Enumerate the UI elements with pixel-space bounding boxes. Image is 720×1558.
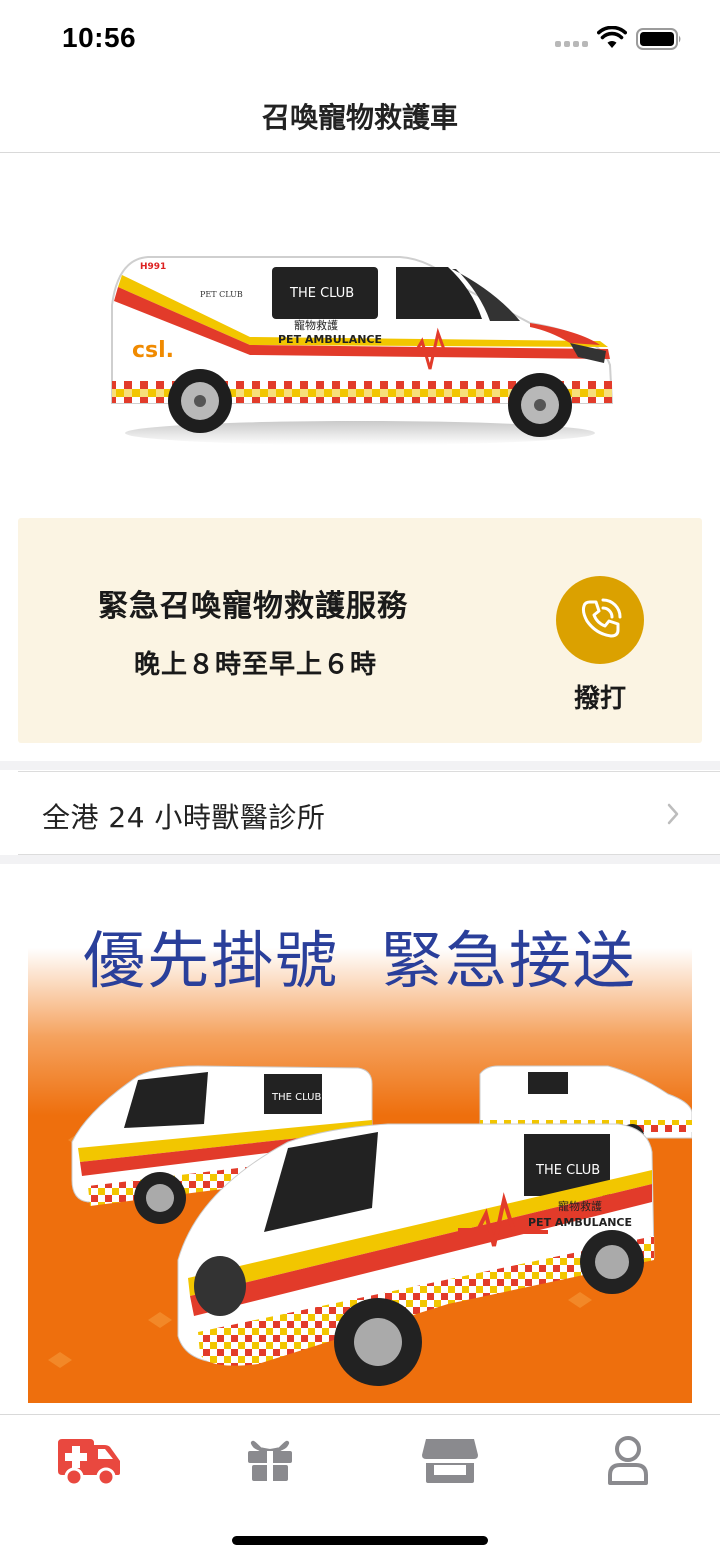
- chevron-right-icon: [667, 803, 679, 825]
- call-button[interactable]: [556, 576, 644, 664]
- home-indicator: [232, 1536, 488, 1545]
- status-time: 10:56: [62, 22, 137, 53]
- battery-icon: [636, 28, 681, 50]
- profile-icon: [608, 1436, 648, 1485]
- tab-profile[interactable]: [588, 1435, 668, 1487]
- emergency-service-title: 緊急召喚寵物救護服務: [98, 589, 408, 624]
- emergency-service-card: 緊急召喚寵物救護服務 晚上８時至早上６時 撥打: [18, 518, 702, 743]
- promo-banner-heading: 優先掛號 緊急接送: [83, 924, 637, 997]
- call-button-label[interactable]: 撥打: [556, 678, 644, 715]
- status-bar: 10:56: [0, 0, 720, 80]
- clinic-list-row[interactable]: 全港 24 小時獸醫診所: [18, 771, 720, 855]
- store-icon: [422, 1439, 478, 1483]
- banner-back-van-window-label: THE CLUB: [271, 1092, 322, 1103]
- emergency-service-hours: 晚上８時至早上６時: [134, 650, 378, 680]
- gift-icon: [248, 1440, 292, 1481]
- hero-van-side-zh: 寵物救護: [294, 318, 338, 332]
- clinic-list-label: 全港 24 小時獸醫診所: [42, 801, 326, 834]
- tab-store[interactable]: [410, 1435, 490, 1487]
- wifi-icon: [597, 26, 627, 48]
- hero-van-club-label: PET CLUB: [200, 290, 243, 299]
- banner-front-van-window-label: THE CLUB: [535, 1163, 600, 1178]
- phone-icon: [581, 598, 622, 638]
- navigation-bar: 召喚寵物救護車: [0, 80, 720, 153]
- pet-ambulance-van-image: H991 csl. PET CLUB THE CLUB 寵物救護 PET AMB…: [111, 256, 614, 445]
- section-divider: [0, 761, 720, 770]
- ambulance-icon: [58, 1439, 120, 1487]
- hero-van-plate: H991: [140, 262, 166, 272]
- banner-front-van-side-zh: 寵物救護: [558, 1199, 602, 1213]
- hero-van-side-en: PET AMBULANCE: [278, 333, 382, 346]
- cellular-signal-icon: [555, 41, 589, 49]
- hero-van-brand: csl.: [132, 338, 174, 363]
- tab-rewards[interactable]: [230, 1435, 310, 1487]
- tab-ambulance[interactable]: [50, 1435, 130, 1487]
- banner-front-van-side-en: PET AMBULANCE: [528, 1216, 632, 1229]
- promo-banner[interactable]: THE CLUB THE CLUB 寵物救護 PET AMBULANCE 優先掛…: [28, 880, 692, 1403]
- page-title: 召喚寵物救護車: [261, 101, 458, 134]
- hero-van-window-label: THE CLUB: [289, 286, 354, 301]
- section-divider: [0, 855, 720, 864]
